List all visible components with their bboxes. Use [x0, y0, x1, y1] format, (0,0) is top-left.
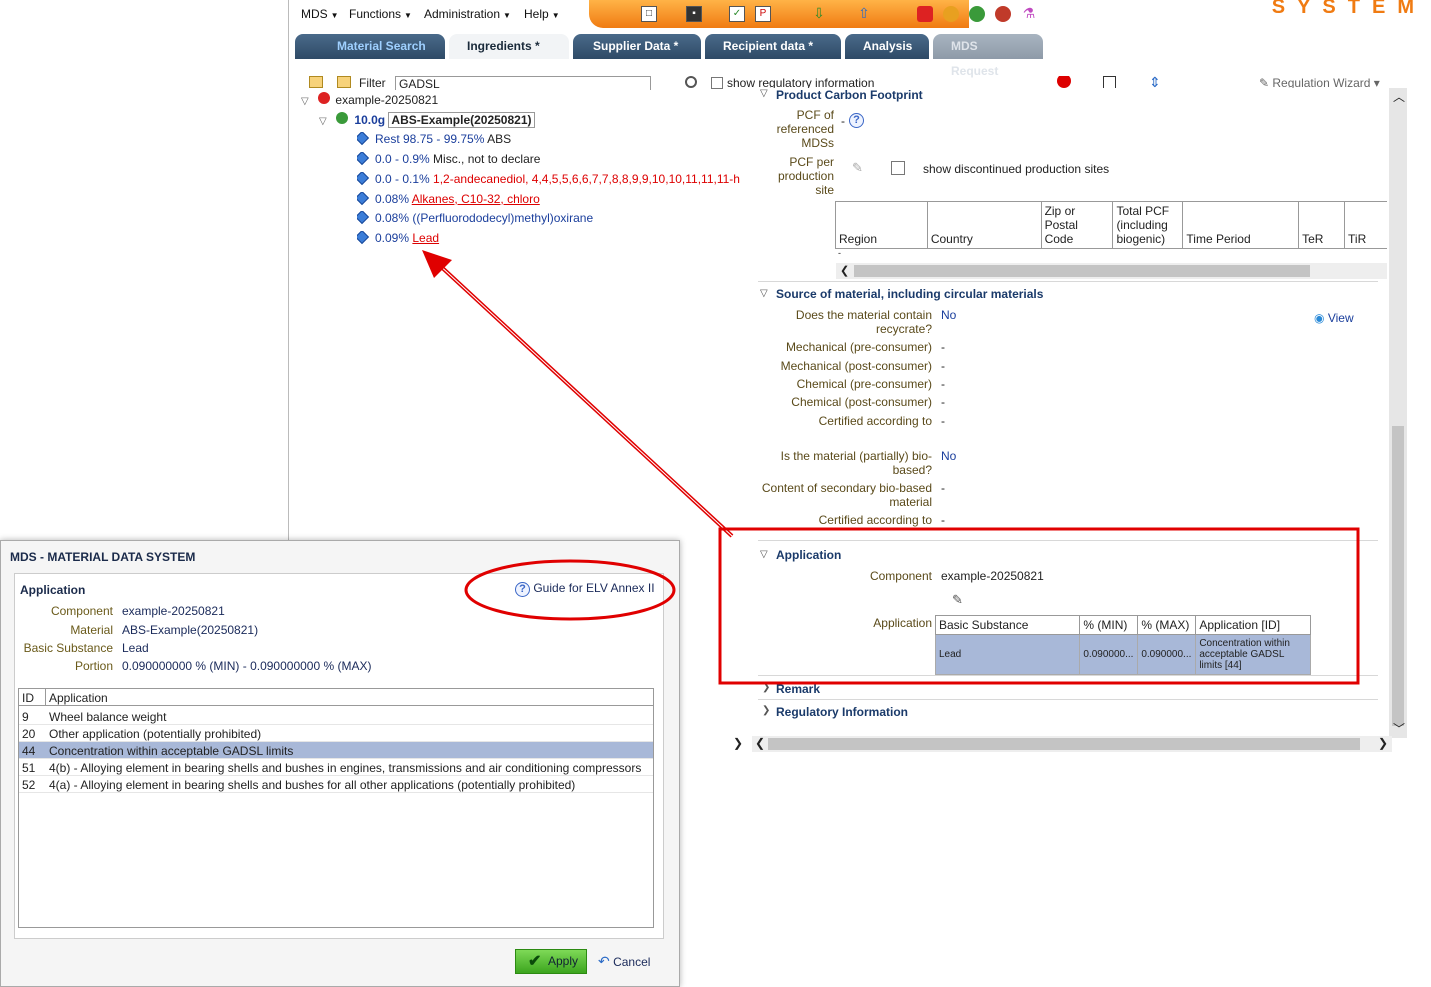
apply-button[interactable]: ✔ Apply: [515, 949, 587, 974]
annotation-overlay-2: [464, 559, 676, 621]
annotation-ellipse: [464, 559, 676, 621]
undo-icon: ↶: [598, 953, 610, 969]
check-icon: ✔: [528, 953, 542, 970]
apply-label: Apply: [548, 954, 579, 968]
cancel-button[interactable]: ↶ Cancel: [598, 953, 650, 970]
